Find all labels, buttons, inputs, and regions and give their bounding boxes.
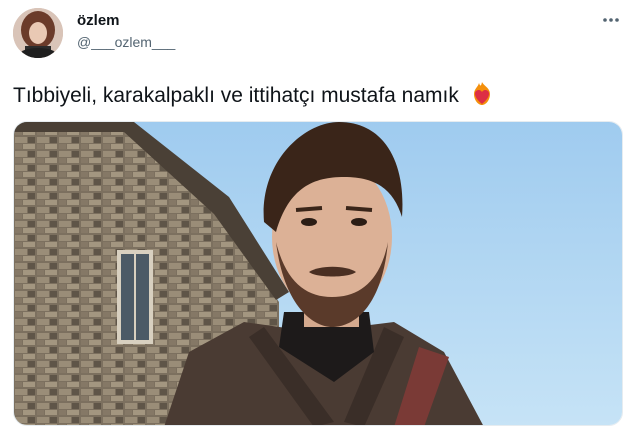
- user-handle[interactable]: @___ozlem___: [77, 34, 175, 50]
- tweet-media-image[interactable]: [13, 121, 623, 426]
- avatar[interactable]: [13, 8, 63, 58]
- heart-on-fire-icon: [469, 81, 495, 107]
- photo-man-in-coat: [14, 122, 622, 425]
- tweet-text-line: Tıbbiyeli, karakalpaklı ve ittihatçı mus…: [13, 81, 495, 108]
- more-options-icon[interactable]: [598, 10, 624, 30]
- avatar-image: [13, 8, 63, 58]
- display-name[interactable]: özlem: [77, 12, 120, 29]
- tweet-text: Tıbbiyeli, karakalpaklı ve ittihatçı mus…: [13, 84, 459, 107]
